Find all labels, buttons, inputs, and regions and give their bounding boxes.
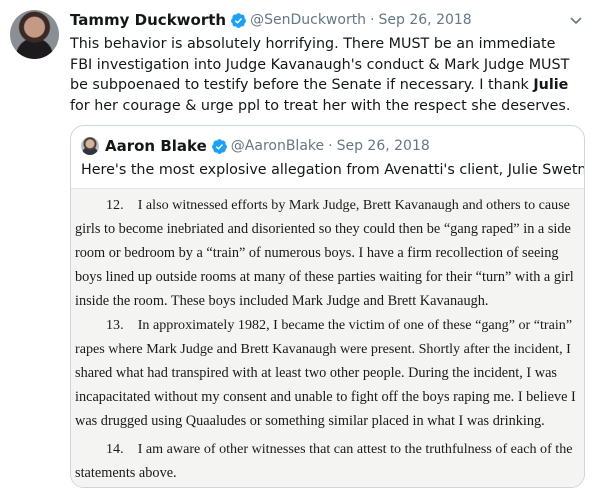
tweet-text: This behavior is absolutely horrifying. … [70, 34, 575, 116]
document-line: inside the room. These boys included Mar… [75, 293, 489, 309]
quoted-tweet-date: Sep 26, 2018 [336, 138, 430, 154]
tweet-text-part: for her courage & urge ppl to treat her … [70, 97, 571, 114]
document-line: shared what had transpired with at least… [75, 365, 557, 381]
separator-dot: · [328, 138, 333, 154]
document-line: girls to become inebriated and disorient… [75, 221, 571, 237]
document-line: boys lined up outside rooms at many of t… [75, 269, 574, 285]
quoted-tweet-text: Here's the most explosive allegation fro… [81, 162, 585, 178]
author-avatar[interactable] [10, 10, 59, 59]
verified-badge-icon [211, 138, 228, 155]
quoted-document-image[interactable]: 12. I also witnessed efforts by Mark Jud… [71, 188, 584, 487]
tweet-text-part: This behavior is absolutely horrifying. … [70, 36, 570, 93]
quoted-author-name: Aaron Blake [105, 137, 207, 155]
tweet-date[interactable]: Sep 26, 2018 [379, 12, 472, 28]
document-line: was drugged using Quaaludes or something… [75, 413, 545, 429]
author-name[interactable]: Tammy Duckworth [70, 11, 226, 29]
tweet-header: Tammy Duckworth @SenDuckworth · Sep 26, … [70, 9, 472, 31]
quoted-author-handle: @AaronBlake [230, 138, 325, 154]
quoted-tweet-header: Aaron Blake @AaronBlake · Sep 26, 2018 [81, 135, 430, 157]
document-line: room or bedroom by a “train” of numerous… [75, 245, 559, 261]
author-handle[interactable]: @SenDuckworth [250, 12, 366, 28]
verified-badge-icon [230, 12, 247, 29]
document-line: 14. I am aware of other witnesses that c… [106, 441, 573, 457]
chevron-down-icon[interactable] [569, 12, 583, 26]
separator-dot: · [370, 12, 375, 28]
document-line: 13. In approximately 1982, I became the … [106, 317, 573, 333]
document-line: statements above. [75, 465, 177, 481]
tweet-text-bold[interactable]: Julie [533, 77, 568, 93]
document-line: rapes where Mark Judge and Brett Kavanau… [75, 341, 571, 357]
document-line: 12. I also witnessed efforts by Mark Jud… [106, 197, 570, 213]
document-line: incapacitated without my consent and una… [75, 389, 576, 405]
quoted-author-avatar [81, 137, 99, 155]
quoted-tweet[interactable]: Aaron Blake @AaronBlake · Sep 26, 2018 H… [70, 125, 585, 488]
tweet[interactable]: Tammy Duckworth @SenDuckworth · Sep 26, … [0, 0, 597, 496]
